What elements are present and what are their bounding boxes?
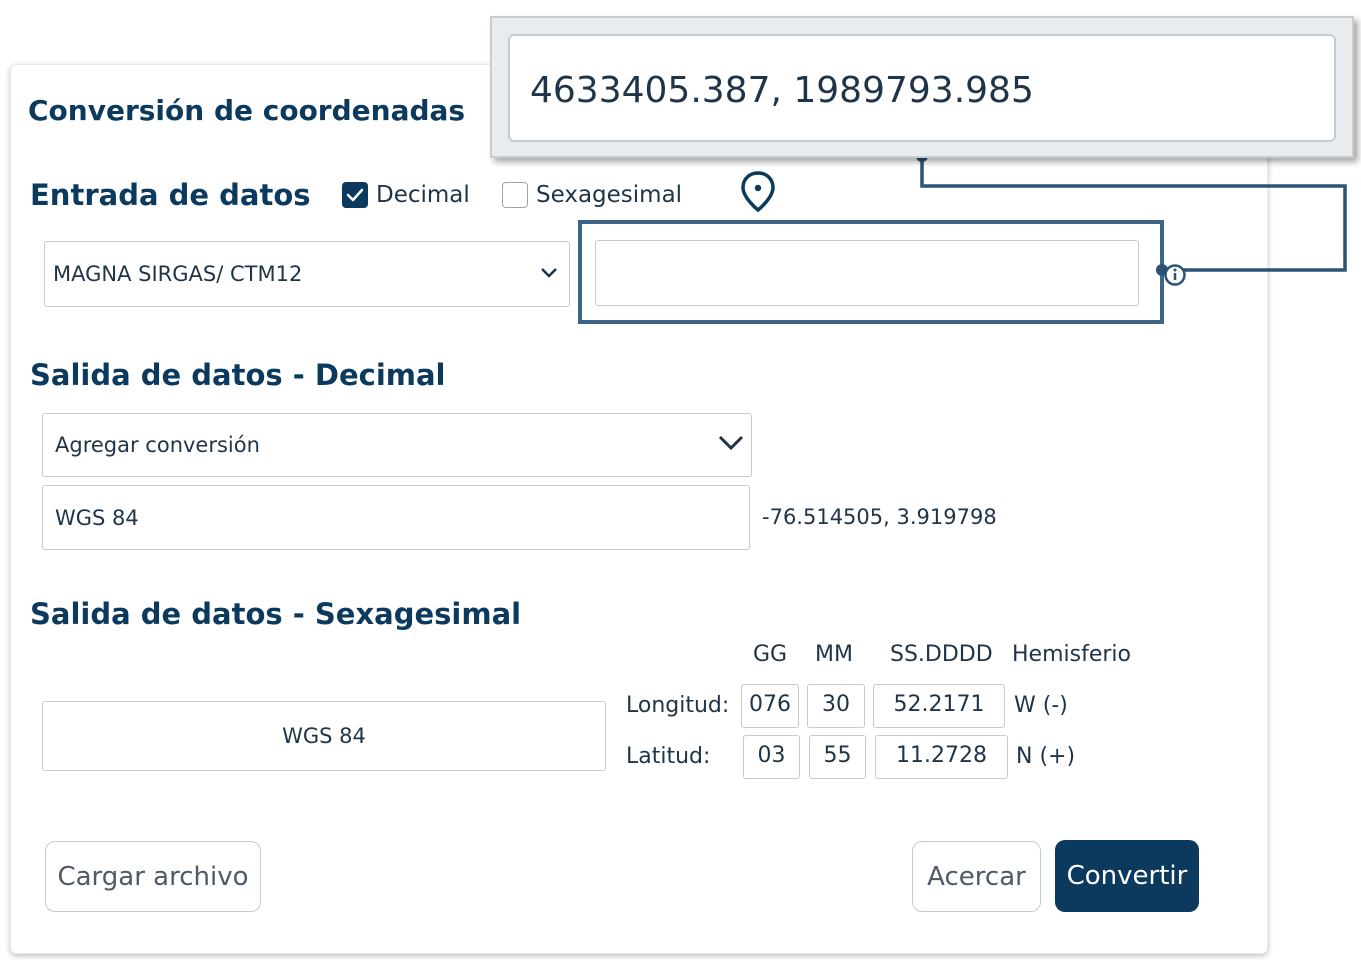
longitude-label: Longitud: xyxy=(626,693,730,718)
decimal-output-result: -76.514505, 3.919798 xyxy=(762,505,997,529)
add-conversion-placeholder: Agregar conversión xyxy=(55,433,260,457)
load-file-button[interactable]: Cargar archivo xyxy=(45,841,261,912)
zoomed-callout: 4633405.387, 1989793.985 xyxy=(490,16,1354,158)
latitude-hemisphere: N (+) xyxy=(1016,744,1076,769)
column-header-gg: GG xyxy=(753,642,788,667)
latitude-ss-field[interactable]: 11.2728 xyxy=(875,735,1008,779)
convert-button[interactable]: Convertir xyxy=(1055,840,1199,912)
zoomed-coordinates-field: 4633405.387, 1989793.985 xyxy=(508,34,1336,142)
info-icon[interactable] xyxy=(1163,263,1187,287)
column-header-hemisphere: Hemisferio xyxy=(1012,642,1131,667)
longitude-mm-field[interactable]: 30 xyxy=(807,684,865,728)
decimal-output-crs-value: WGS 84 xyxy=(55,506,139,530)
latitude-gg-field[interactable]: 03 xyxy=(743,735,800,779)
longitude-gg-field[interactable]: 076 xyxy=(741,684,799,728)
column-header-mm: MM xyxy=(815,642,853,667)
decimal-output-heading: Salida de datos - Decimal xyxy=(30,358,446,392)
longitude-ss-field[interactable]: 52.2171 xyxy=(873,684,1005,728)
zoom-button[interactable]: Acercar xyxy=(912,841,1041,912)
sexagesimal-output-heading: Salida de datos - Sexagesimal xyxy=(30,597,522,631)
add-conversion-select[interactable]: Agregar conversión xyxy=(42,413,752,477)
sexagesimal-output-crs-value: WGS 84 xyxy=(282,724,366,748)
sexagesimal-output-crs-field[interactable]: WGS 84 xyxy=(42,701,606,771)
longitude-hemisphere: W (-) xyxy=(1014,693,1068,718)
zoomed-coordinates-value: 4633405.387, 1989793.985 xyxy=(530,70,1034,111)
decimal-output-crs-field[interactable]: WGS 84 xyxy=(42,485,750,550)
chevron-down-icon xyxy=(718,435,744,451)
column-header-ss: SS.DDDD xyxy=(890,642,993,667)
latitude-label: Latitud: xyxy=(626,744,711,769)
latitude-mm-field[interactable]: 55 xyxy=(809,735,866,779)
